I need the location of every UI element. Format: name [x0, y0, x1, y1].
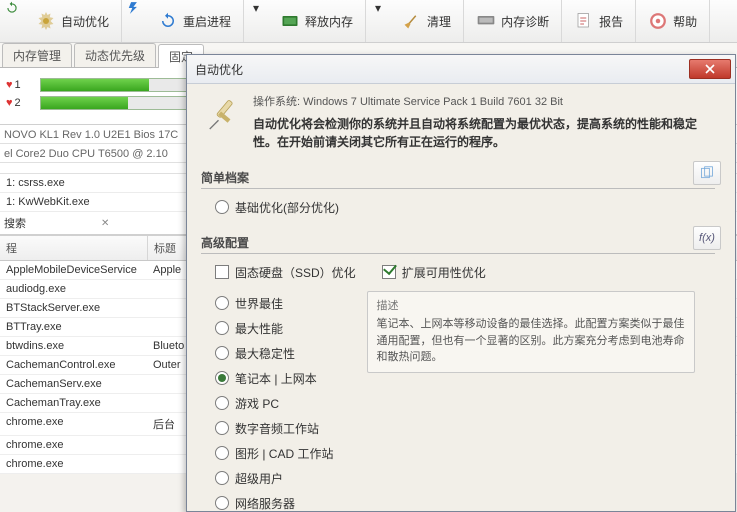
checkbox-extended[interactable]: 扩展可用性优化	[382, 264, 486, 281]
toolbar-label: 释放内存	[305, 13, 353, 30]
section-simple: 简单档案 基础优化(部分优化)	[201, 169, 715, 216]
os-value: Windows 7 Ultimate Service Pack 1 Build …	[303, 96, 563, 108]
section-title: 高级配置	[201, 234, 715, 254]
syringe-icon	[201, 94, 243, 136]
toolbar-clean[interactable]: 清理	[390, 0, 464, 42]
copy-profile-button[interactable]	[693, 161, 721, 185]
toolbar-label: 内存诊断	[501, 13, 549, 30]
radio-icon	[215, 296, 229, 310]
core2-bar	[40, 96, 192, 110]
copy-icon	[699, 166, 715, 180]
refresh-icon	[158, 11, 178, 31]
toolbar-help[interactable]: 帮助	[636, 0, 710, 42]
dropdown-icon[interactable]: ▾	[244, 0, 268, 16]
radio-profile[interactable]: 游戏 PC	[215, 395, 333, 412]
clear-icon[interactable]: ✕	[98, 218, 112, 229]
cell-process: btwdins.exe	[0, 337, 147, 355]
checkbox-icon	[382, 265, 396, 279]
radio-profile[interactable]: 超级用户	[215, 470, 333, 487]
close-icon	[704, 64, 716, 74]
core1-bar	[40, 78, 192, 92]
cell-process: CachemanControl.exe	[0, 356, 147, 374]
core-label: ♥心 11	[6, 79, 34, 91]
toolbar-restart-process[interactable]: 重启进程	[146, 0, 244, 42]
gear-icon	[36, 11, 56, 31]
broom-icon	[402, 11, 422, 31]
report-icon	[574, 11, 594, 31]
radio-icon	[215, 396, 229, 410]
radio-profile[interactable]: 网络服务器	[215, 495, 333, 512]
auto-optimize-dialog: 自动优化 操作系统: Windows 7 Ultimate Service Pa…	[186, 54, 736, 512]
radio-profile[interactable]: 最大稳定性	[215, 345, 333, 362]
radio-icon	[215, 471, 229, 485]
tab-memory[interactable]: 内存管理	[2, 43, 72, 67]
cell-process: CachemanTray.exe	[0, 394, 147, 412]
close-button[interactable]	[689, 59, 731, 79]
radio-profile[interactable]: 数字音频工作站	[215, 420, 333, 437]
dialog-titlebar[interactable]: 自动优化	[187, 55, 735, 84]
cell-process: AppleMobileDeviceService	[0, 261, 147, 279]
radio-profile[interactable]: 最大性能	[215, 320, 333, 337]
search-label: 搜索	[0, 212, 30, 234]
radio-icon	[215, 371, 229, 385]
toolbar-label: 重启进程	[183, 13, 231, 30]
radio-profile[interactable]: 笔记本 | 上网本	[215, 370, 333, 387]
col-header-name[interactable]: 程	[0, 236, 148, 260]
cell-process: chrome.exe	[0, 413, 147, 435]
radio-icon	[215, 421, 229, 435]
cell-process: chrome.exe	[0, 436, 147, 454]
radio-icon	[215, 200, 229, 214]
radio-icon	[215, 496, 229, 510]
checkbox-ssd[interactable]: 固态硬盘（SSD）优化	[215, 264, 356, 281]
dialog-title: 自动优化	[195, 61, 243, 78]
radio-profile[interactable]: 世界最佳	[215, 295, 333, 312]
cell-process: chrome.exe	[0, 455, 147, 473]
toolbar-label: 报告	[599, 13, 623, 30]
section-title: 简单档案	[201, 169, 715, 189]
desc-body: 笔记本、上网本等移动设备的最佳选择。此配置方案类似于最佳通用配置，但也有一个显著…	[376, 316, 686, 366]
toolbar-auto-optimize[interactable]: 自动优化	[24, 0, 122, 42]
section-advanced: 高级配置 f(x) 固态硬盘（SSD）优化 扩展可用性优化 世界最佳最大性能最大…	[201, 234, 715, 512]
toolbar-label: 自动优化	[61, 13, 109, 30]
chip-green-icon	[280, 11, 300, 31]
fx-button[interactable]: f(x)	[693, 226, 721, 250]
toolbar-label: 帮助	[673, 13, 697, 30]
os-label: 操作系统:	[253, 96, 300, 108]
radio-icon	[215, 321, 229, 335]
refresh-small-icon[interactable]	[0, 0, 24, 16]
cell-process: BTStackServer.exe	[0, 299, 147, 317]
help-icon	[648, 11, 668, 31]
chip-icon	[476, 11, 496, 31]
core-label: ♥2	[6, 97, 34, 109]
checkbox-icon	[215, 265, 229, 279]
tab-priority[interactable]: 动态优先级	[74, 43, 156, 67]
search-input[interactable]	[30, 214, 98, 232]
cell-process: CachemanServ.exe	[0, 375, 147, 393]
cell-process: audiodg.exe	[0, 280, 147, 298]
bolt-icon[interactable]	[122, 0, 146, 16]
profile-description-box: 描述 笔记本、上网本等移动设备的最佳选择。此配置方案类似于最佳通用配置，但也有一…	[367, 291, 695, 373]
fx-icon: f(x)	[699, 232, 715, 244]
desc-title: 描述	[376, 298, 686, 315]
cell-process: BTTray.exe	[0, 318, 147, 336]
dropdown-icon[interactable]: ▾	[366, 0, 390, 16]
radio-icon	[215, 446, 229, 460]
dialog-description: 自动优化将会检测你的系统并且自动将系统配置为最优状态，提高系统的性能和稳定性。在…	[253, 115, 715, 151]
toolbar-mem-diag[interactable]: 内存诊断	[464, 0, 562, 42]
toolbar-free-memory[interactable]: 释放内存	[268, 0, 366, 42]
radio-basic-optimize[interactable]: 基础优化(部分优化)	[215, 199, 715, 216]
main-toolbar: 自动优化 重启进程 ▾ 释放内存 ▾ 清理 内存诊断 报告	[0, 0, 737, 43]
toolbar-report[interactable]: 报告	[562, 0, 636, 42]
radio-profile[interactable]: 图形 | CAD 工作站	[215, 445, 333, 462]
toolbar-label: 清理	[427, 13, 451, 30]
radio-icon	[215, 346, 229, 360]
